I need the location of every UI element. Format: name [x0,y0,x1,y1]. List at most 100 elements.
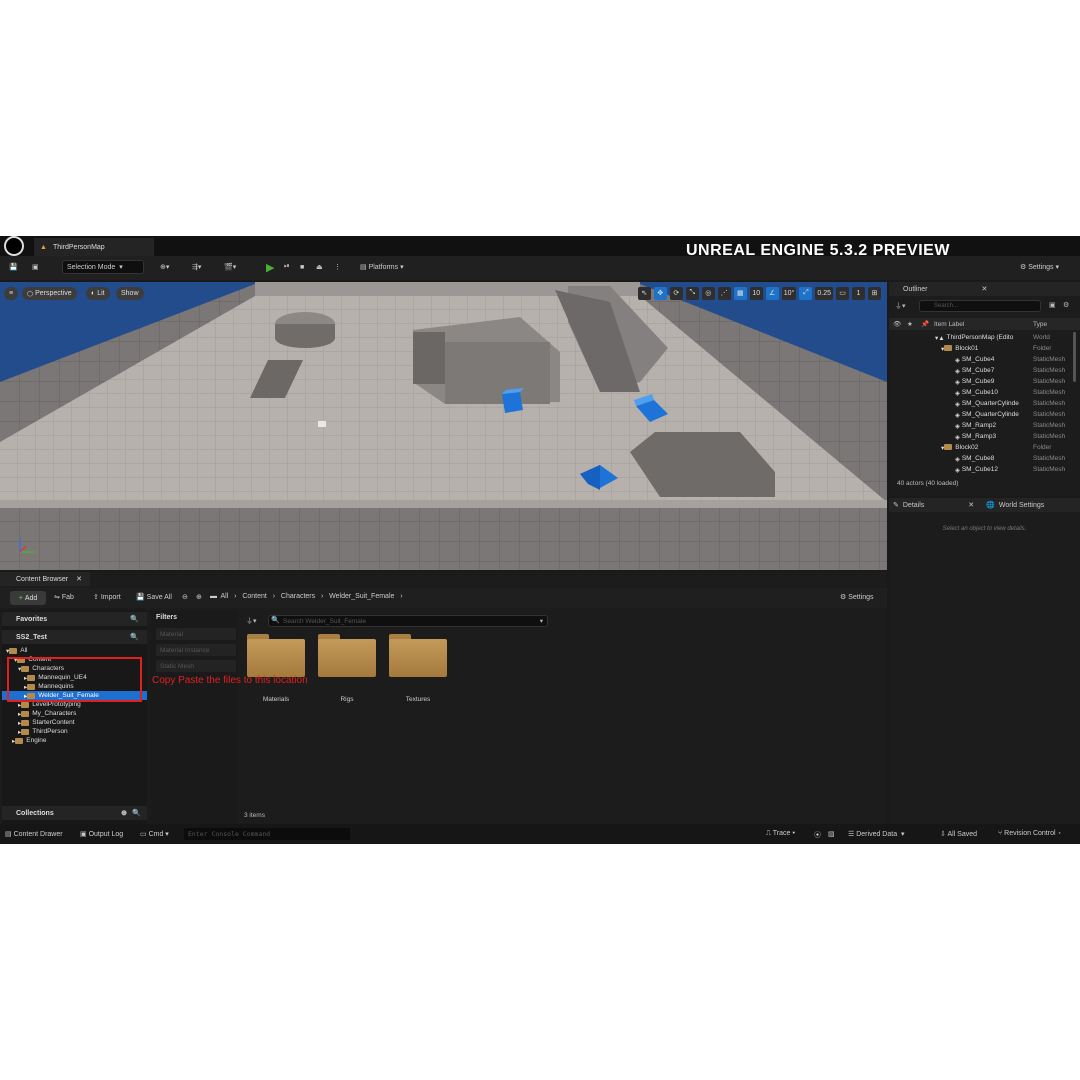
translate-icon[interactable]: ✥ [653,286,667,300]
fab-button[interactable]: ⇋ Fab [54,593,74,601]
item-label-header[interactable]: Item Label [934,321,964,328]
filter-icon[interactable]: ⏚▾ [895,301,906,311]
breadcrumb-item[interactable]: All [221,593,229,600]
search-icon[interactable]: 🔍 [130,615,139,623]
outliner-scrollbar[interactable] [1073,332,1076,382]
camera-speed-value[interactable]: 1 [852,286,865,300]
breadcrumb-item[interactable]: Content [242,593,267,600]
lit-button[interactable]: ◐ Lit [86,287,110,300]
level-viewport[interactable]: ≡ ⬡ Perspective ◐ Lit Show ⇖ ✥ ⟳ ⤡ ◎ ⋰ ▦… [0,282,887,570]
outliner-row[interactable]: ◈ SM_Ramp3 StaticMesh [889,431,1080,442]
outliner-row[interactable]: ▾ Block01 Folder [889,343,1080,354]
favorites-header[interactable]: Favorites 🔍 [2,612,147,626]
tree-item-startercontent[interactable]: ▸ StarterContent [2,718,147,727]
platforms-dropdown[interactable]: ▤ Platforms ▾ [360,260,404,274]
maximize-icon[interactable]: ⊞ [868,286,881,300]
cb-settings-button[interactable]: ⚙ Settings [840,593,874,601]
outliner-row[interactable]: ◈ SM_Cube9 StaticMesh [889,376,1080,387]
rotation-snap-toggle[interactable]: ∠ [765,286,779,300]
rotation-snap-value[interactable]: 10° [781,286,797,300]
outliner-row[interactable]: ▾ Block02 Folder [889,442,1080,453]
add-folder-icon[interactable]: ▣ [1049,301,1056,309]
folder-tile-rigs[interactable] [318,634,376,678]
outliner-row[interactable]: ▾▲ ThirdPersonMap (Edito World [889,332,1080,343]
eject-icon[interactable]: ⏏ [316,260,323,274]
blueprint-icon[interactable]: ⇶▾ [192,260,201,274]
import-button[interactable]: ⇪ Import [93,593,121,601]
filter-icon[interactable]: ⏚▾ [246,616,257,626]
output-log-button[interactable]: ▣ Output Log [80,830,123,838]
details-tab[interactable]: Details [903,502,924,509]
outliner-row[interactable]: ◈ SM_Cube10 StaticMesh [889,387,1080,398]
add-collection-icon[interactable]: ⊕ [121,809,127,817]
close-icon[interactable]: ✕ [982,285,988,293]
collections-header[interactable]: Collections ⊕ 🔍 [2,806,147,820]
outliner-row[interactable]: ◈ SM_QuarterCylinde StaticMesh [889,409,1080,420]
surface-snap-icon[interactable]: ⋰ [717,286,731,300]
world-space-icon[interactable]: ◎ [701,286,715,300]
show-button[interactable]: Show [116,287,144,300]
tree-item-all[interactable]: ▾ All [2,646,147,655]
stop-icon[interactable]: ■ [300,260,304,274]
outliner-row[interactable]: ◈ SM_Ramp2 StaticMesh [889,420,1080,431]
filter-static-mesh[interactable]: Static Mesh [156,660,236,672]
unreal-logo-icon[interactable] [4,236,24,256]
settings-button[interactable]: ⚙ Settings ▾ [1020,260,1059,274]
content-drawer-button[interactable]: ▤ Content Drawer [5,830,63,838]
search-icon[interactable]: 🔍 [130,633,139,641]
scale-snap-toggle[interactable]: ⤢ [799,286,813,300]
console-input[interactable]: Enter Console Command [184,828,350,840]
rotate-icon[interactable]: ⟳ [669,286,683,300]
cmd-dropdown[interactable]: ▭ Cmd ▾ [140,830,169,838]
play-button[interactable]: ▶ [266,260,274,274]
tree-item-thirdperson[interactable]: ▸ ThirdPerson [2,727,147,736]
select-icon[interactable]: ⇖ [637,286,651,300]
tree-item-engine[interactable]: ▸ Engine [2,736,147,745]
outliner-row[interactable]: ◈ SM_Cube7 StaticMesh [889,365,1080,376]
outliner-tab[interactable]: Outliner ✕ [889,282,1080,296]
revision-control-dropdown[interactable]: ⑂ Revision Control ▾ [998,830,1062,837]
outliner-row[interactable]: ◈ SM_Cube8 StaticMesh [889,453,1080,464]
breadcrumb-item[interactable]: Welder_Suit_Female [329,593,394,600]
outliner-row[interactable]: ◈ SM_QuarterCylinde StaticMesh [889,398,1080,409]
folder-tile-textures[interactable] [389,634,447,678]
breadcrumb-item[interactable]: Characters [281,593,315,600]
grid-snap-toggle[interactable]: ▦ [733,286,747,300]
hamburger-menu-icon[interactable]: ≡ [4,287,18,300]
search-icon[interactable]: 🔍 [132,809,141,817]
derived-data-dropdown[interactable]: ☰ Derived Data ▾ [848,830,905,838]
gear-icon[interactable]: ⚙ [1063,301,1069,309]
add-button[interactable]: + Add [10,591,46,605]
outliner-row[interactable]: ◈ SM_Cube4 StaticMesh [889,354,1080,365]
perspective-button[interactable]: ⬡ Perspective [22,287,77,300]
camera-speed-icon[interactable]: ▭ [836,286,849,300]
forward-icon[interactable]: ⊕ [196,593,202,601]
scale-snap-value[interactable]: 0.25 [815,286,833,300]
add-actor-icon[interactable]: ⊕▾ [160,260,169,274]
asset-search-input[interactable]: Search Welder_Suit_Female ▾ [268,615,548,627]
save-icon[interactable]: 💾 [9,260,18,274]
content-browser-tab[interactable]: Content Browser ✕ [0,572,90,586]
step-icon[interactable]: ⏯ [284,260,290,274]
type-header[interactable]: Type [1033,321,1047,328]
map-tab[interactable]: ▲ ThirdPersonMap [34,238,154,256]
record-icon[interactable]: ⦿ [814,830,821,840]
close-icon[interactable]: ✕ [76,575,82,583]
grid-snap-value[interactable]: 10 [749,286,763,300]
browse-icon[interactable]: ▣ [32,260,39,274]
tree-item-my-characters[interactable]: ▸ My_Characters [2,709,147,718]
save-all-button[interactable]: 💾 Save All [136,593,172,601]
trace-dropdown[interactable]: ⎍ Trace ▾ [766,830,795,838]
screenshot-icon[interactable]: ▨ [828,830,835,838]
cinematics-icon[interactable]: 🎬▾ [224,260,236,274]
folder-tile-materials[interactable] [247,634,305,678]
outliner-row[interactable]: ◈ SM_Cube12 StaticMesh [889,464,1080,475]
filter-material[interactable]: Material [156,628,236,640]
back-icon[interactable]: ⊖ [182,593,188,601]
project-header[interactable]: SS2_Test 🔍 [2,630,147,644]
more-options-icon[interactable]: ⋮ [334,260,341,274]
close-icon[interactable]: ✕ [968,501,974,509]
all-saved-button[interactable]: ⇩ All Saved [940,830,977,838]
selection-mode-dropdown[interactable]: Selection Mode ▾ [62,260,144,274]
filter-material-instance[interactable]: Material Instance [156,644,236,656]
